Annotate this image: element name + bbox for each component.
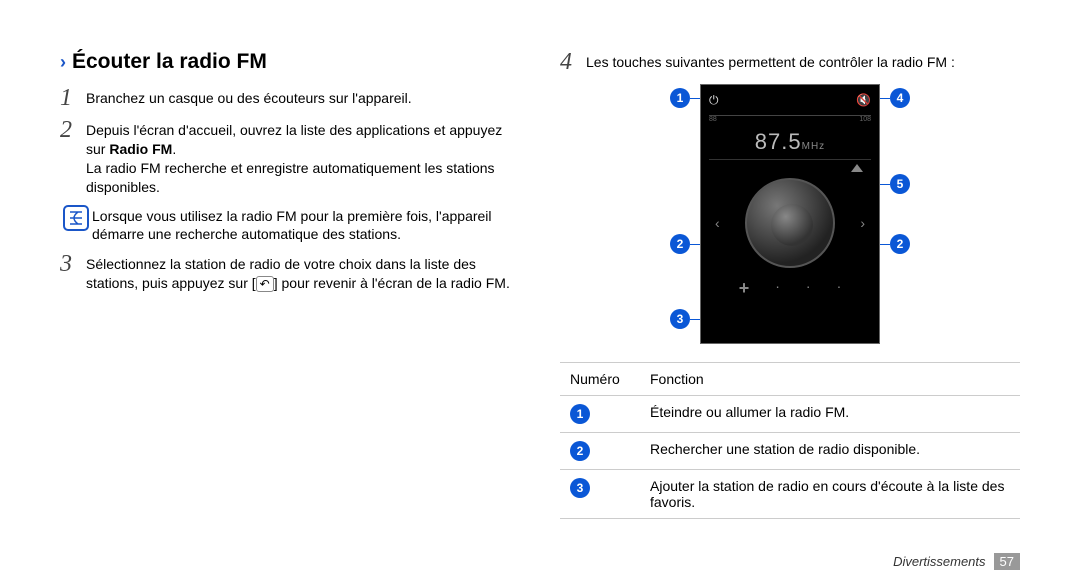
step-text: Depuis l'écran d'accueil, ouvrez la list… bbox=[86, 118, 520, 197]
heading-text: Écouter la radio FM bbox=[72, 50, 267, 74]
seek-next-icon[interactable]: › bbox=[860, 215, 865, 231]
callout-2-left: 2 bbox=[670, 234, 690, 254]
callout-2-right: 2 bbox=[890, 234, 910, 254]
frequency-display: 87.5MHz bbox=[701, 129, 879, 155]
step-text: Sélectionnez la station de radio de votr… bbox=[86, 252, 520, 293]
num-badge: 1 bbox=[570, 404, 590, 424]
triangle-up-icon bbox=[851, 164, 863, 172]
step-1: 1 Branchez un casque ou des écouteurs su… bbox=[60, 86, 520, 110]
power-icon[interactable]: ⏻ bbox=[709, 93, 719, 108]
fm-radio-screen: ⏻ 🔇 88 108 87.5MHz ‹ › bbox=[700, 84, 880, 344]
callout-1: 1 bbox=[670, 88, 690, 108]
step-number: 3 bbox=[60, 252, 86, 293]
function-table: Numéro Fonction 1 Éteindre ou allumer la… bbox=[560, 362, 1020, 519]
function-desc: Ajouter la station de radio en cours d'é… bbox=[640, 470, 1020, 519]
table-header-row: Numéro Fonction bbox=[560, 363, 1020, 396]
tuning-pointer bbox=[701, 162, 879, 174]
note-text: Lorsque vous utilisez la radio FM pour l… bbox=[92, 205, 520, 245]
page-number: 57 bbox=[994, 553, 1020, 570]
mute-icon[interactable]: 🔇 bbox=[856, 93, 871, 107]
step-number: 4 bbox=[560, 50, 586, 74]
header-numero: Numéro bbox=[560, 363, 640, 396]
step-4: 4 Les touches suivantes permettent de co… bbox=[560, 50, 1020, 74]
step-2: 2 Depuis l'écran d'accueil, ouvrez la li… bbox=[60, 118, 520, 197]
callout-4: 4 bbox=[890, 88, 910, 108]
step-3: 3 Sélectionnez la station de radio de vo… bbox=[60, 252, 520, 293]
preset-slot[interactable]: · bbox=[837, 278, 842, 299]
note: Lorsque vous utilisez la radio FM pour l… bbox=[60, 205, 520, 245]
step-text: Branchez un casque ou des écouteurs sur … bbox=[86, 86, 412, 110]
step-text: Les touches suivantes permettent de cont… bbox=[586, 50, 955, 74]
table-row: 2 Rechercher une station de radio dispon… bbox=[560, 433, 1020, 470]
back-key-icon: ↶ bbox=[256, 276, 274, 292]
preset-slot[interactable]: · bbox=[775, 278, 780, 299]
footer-section: Divertissements bbox=[893, 554, 985, 569]
left-column: › Écouter la radio FM 1 Branchez un casq… bbox=[60, 50, 520, 519]
radio-topbar: ⏻ 🔇 bbox=[701, 85, 879, 115]
step-number: 1 bbox=[60, 86, 86, 110]
note-icon-wrap bbox=[60, 205, 92, 245]
device-callout-wrap: 1 2 3 4 5 2 ⏻ 🔇 88 108 bbox=[645, 84, 935, 344]
callout-3: 3 bbox=[670, 309, 690, 329]
divider bbox=[709, 159, 871, 160]
right-column: 4 Les touches suivantes permettent de co… bbox=[560, 50, 1020, 519]
num-badge: 3 bbox=[570, 478, 590, 498]
function-desc: Éteindre ou allumer la radio FM. bbox=[640, 396, 1020, 433]
table-row: 3 Ajouter la station de radio en cours d… bbox=[560, 470, 1020, 519]
preset-slot[interactable]: · bbox=[806, 278, 811, 299]
favorites-row: + · · · bbox=[701, 272, 879, 303]
function-desc: Rechercher une station de radio disponib… bbox=[640, 433, 1020, 470]
section-heading: › Écouter la radio FM bbox=[60, 50, 520, 74]
num-badge: 2 bbox=[570, 441, 590, 461]
note-icon bbox=[63, 205, 89, 231]
step-number: 2 bbox=[60, 118, 86, 197]
callout-5: 5 bbox=[890, 174, 910, 194]
seek-prev-icon[interactable]: ‹ bbox=[715, 215, 720, 231]
table-row: 1 Éteindre ou allumer la radio FM. bbox=[560, 396, 1020, 433]
page-footer: Divertissements 57 bbox=[893, 553, 1020, 570]
chevron-right-icon: › bbox=[60, 52, 66, 73]
dial-row: ‹ › bbox=[701, 174, 879, 272]
add-favorite-icon[interactable]: + bbox=[739, 278, 750, 299]
frequency-scale: 88 108 bbox=[709, 115, 871, 127]
tuning-dial[interactable] bbox=[745, 178, 835, 268]
header-fonction: Fonction bbox=[640, 363, 1020, 396]
